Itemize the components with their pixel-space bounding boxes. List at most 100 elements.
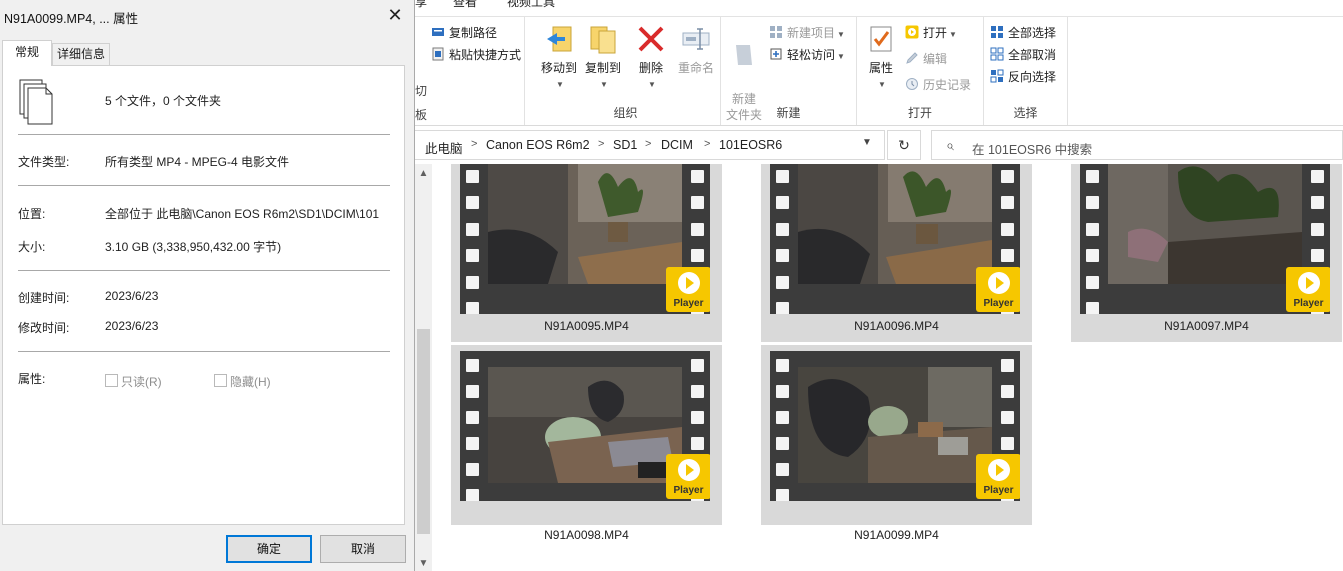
- video-thumbnail: Player: [770, 164, 1020, 314]
- search-box[interactable]: ⌕ 在 101EOSR6 中搜索: [931, 130, 1343, 160]
- new-item-button[interactable]: 新建项目 ▼: [769, 23, 845, 43]
- file-tile[interactable]: Player N91A0099.MP4: [761, 345, 1032, 542]
- rename-button[interactable]: 重命名: [671, 23, 721, 76]
- player-badge: Player: [1286, 267, 1330, 312]
- scroll-down-icon[interactable]: ▼: [415, 558, 432, 569]
- film-perforation: [776, 437, 789, 450]
- hidden-checkbox[interactable]: [214, 374, 227, 387]
- edit-button[interactable]: 编辑: [905, 49, 947, 69]
- organize-group-label: 组织: [613, 106, 638, 120]
- clipboard-partial-label-1: 切: [415, 84, 428, 98]
- film-perforation: [691, 385, 704, 398]
- film-perforation: [776, 411, 789, 424]
- delete-caret-icon: ▼: [648, 80, 656, 89]
- breadcrumb-sd1[interactable]: SD1: [613, 138, 637, 152]
- close-icon: ✕: [387, 5, 403, 25]
- breadcrumb-camera[interactable]: Canon EOS R6m2: [486, 138, 590, 152]
- divider: [18, 351, 390, 352]
- play-icon: [988, 459, 1010, 481]
- ribbon-tab-share[interactable]: 享: [415, 0, 427, 10]
- tab-general[interactable]: 常规: [2, 40, 52, 66]
- history-button[interactable]: 历史记录: [905, 75, 971, 95]
- film-perforation: [1001, 223, 1014, 236]
- ok-button[interactable]: 确定: [226, 535, 312, 563]
- created-label: 创建时间:: [18, 291, 70, 305]
- vertical-scrollbar[interactable]: ▲ ▼: [415, 164, 432, 571]
- film-perforation: [1086, 276, 1099, 289]
- film-perforation: [691, 170, 704, 183]
- breadcrumb-folder[interactable]: 101EOSR6: [719, 138, 782, 152]
- delete-label: 删除: [638, 61, 663, 75]
- film-perforation: [1001, 249, 1014, 262]
- film-perforation: [776, 302, 789, 314]
- film-perforation: [466, 302, 479, 314]
- breadcrumb-this-pc[interactable]: 此电脑: [425, 138, 463, 157]
- easy-access-caret-icon: ▼: [837, 52, 845, 61]
- film-perforation: [1001, 437, 1014, 450]
- film-perforation: [776, 170, 789, 183]
- divider: [18, 270, 390, 271]
- easy-access-button[interactable]: 轻松访问 ▼: [769, 45, 845, 65]
- film-perforation: [776, 489, 789, 501]
- file-type-value: 所有类型 MP4 - MPEG-4 电影文件: [105, 155, 290, 169]
- film-perforation: [691, 196, 704, 209]
- film-perforation: [1086, 249, 1099, 262]
- video-frame: [798, 367, 992, 483]
- player-badge-label: Player: [673, 298, 704, 309]
- invert-selection-button[interactable]: 反向选择: [990, 67, 1056, 87]
- address-bar[interactable]: 此电脑 > Canon EOS R6m2 > SD1 > DCIM > 101E…: [415, 130, 885, 160]
- select-none-button[interactable]: 全部取消: [990, 45, 1056, 65]
- size-value: 3.10 GB (3,338,950,432.00 字节): [105, 240, 282, 254]
- paste-shortcut-button[interactable]: 粘贴快捷方式: [431, 45, 521, 65]
- location-value: 全部位于 此电脑\Canon EOS R6m2\SD1\DCIM\101: [105, 207, 380, 221]
- file-tile[interactable]: Player N91A0095.MP4: [451, 164, 722, 342]
- scrollbar-thumb[interactable]: [417, 329, 430, 534]
- player-badge: Player: [666, 267, 710, 312]
- rename-icon: [682, 28, 710, 50]
- select-all-button[interactable]: 全部选择: [990, 23, 1056, 43]
- breadcrumb-dcim[interactable]: DCIM: [661, 138, 693, 152]
- open-button[interactable]: 打开 ▼: [905, 23, 957, 43]
- video-frame: [488, 164, 682, 284]
- move-to-button[interactable]: 移动到 ▼: [537, 23, 581, 90]
- new-item-label: 新建项目: [787, 26, 836, 40]
- film-perforation: [776, 196, 789, 209]
- copy-path-button[interactable]: 复制路径: [431, 23, 497, 43]
- film-perforation: [776, 359, 789, 372]
- breadcrumb-separator-icon[interactable]: >: [598, 138, 604, 150]
- address-dropdown-icon[interactable]: ▼: [862, 137, 872, 148]
- scroll-up-icon[interactable]: ▲: [415, 168, 432, 179]
- delete-button[interactable]: 删除 ▼: [629, 23, 673, 90]
- ribbon-group-new: 新建 文件夹 新建项目 ▼ 轻松访问 ▼ 新建: [721, 17, 857, 125]
- readonly-checkbox[interactable]: [105, 374, 118, 387]
- copy-to-button[interactable]: 复制到 ▼: [581, 23, 625, 90]
- new-group-label: 新建: [776, 106, 801, 120]
- properties-button[interactable]: 属性 ▼: [859, 23, 903, 90]
- close-button[interactable]: ✕: [380, 3, 410, 27]
- breadcrumb-separator-icon[interactable]: >: [471, 138, 477, 150]
- file-tile[interactable]: Player N91A0097.MP4: [1071, 164, 1342, 342]
- film-perforation: [1001, 359, 1014, 372]
- ribbon-tab-view[interactable]: 查看: [453, 0, 477, 10]
- film-perforation: [776, 463, 789, 476]
- film-perforation: [1311, 170, 1324, 183]
- breadcrumb-separator-icon[interactable]: >: [704, 138, 710, 150]
- cancel-button[interactable]: 取消: [320, 535, 406, 563]
- new-item-caret-icon: ▼: [837, 30, 845, 39]
- properties-label: 属性: [868, 61, 893, 75]
- refresh-button[interactable]: ↻: [887, 130, 921, 160]
- tab-details[interactable]: 详细信息: [52, 43, 110, 65]
- file-tile[interactable]: Player N91A0096.MP4: [761, 164, 1032, 342]
- multiple-files-icon: [19, 79, 53, 125]
- copy-to-label: 复制到: [584, 61, 621, 75]
- history-icon: [906, 78, 918, 90]
- created-value: 2023/6/23: [105, 289, 159, 303]
- open-group-label: 打开: [907, 106, 932, 120]
- breadcrumb-separator-icon[interactable]: >: [645, 138, 651, 150]
- ribbon: 享 查看 视频工具 切 板 复制路径 粘贴快捷方式 移动到 ▼ 复制到 ▼ 删除…: [415, 0, 1343, 126]
- file-tile[interactable]: Player N91A0098.MP4: [451, 345, 722, 542]
- ribbon-body: 切 板 复制路径 粘贴快捷方式 移动到 ▼ 复制到 ▼ 删除 ▼ 重命名 组织 …: [415, 16, 1343, 125]
- player-badge-label: Player: [1293, 298, 1324, 309]
- ribbon-tab-video-tools[interactable]: 视频工具: [507, 0, 555, 10]
- copy-to-caret-icon: ▼: [600, 80, 608, 89]
